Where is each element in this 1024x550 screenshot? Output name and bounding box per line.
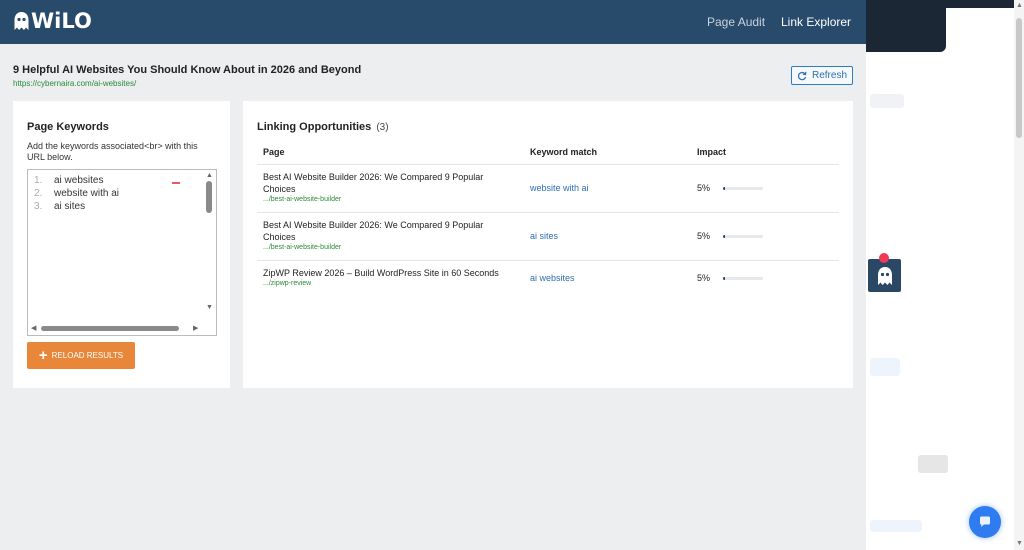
row-keyword-match[interactable]: website with ai	[530, 183, 589, 193]
impact-bar-fill	[723, 277, 725, 280]
linking-opportunities-title: Linking Opportunities (3)	[257, 121, 389, 133]
row-page-url[interactable]: .../zipwp-review	[263, 280, 311, 287]
chat-launcher-button[interactable]	[969, 506, 1001, 538]
keyword-line: 1. ai websites	[34, 175, 103, 186]
keyword-text: ai websites	[54, 175, 104, 186]
table-row: Best AI Website Builder 2026: We Compare…	[257, 212, 839, 260]
refresh-icon	[797, 71, 807, 80]
scroll-up-icon[interactable]: ▲	[1016, 2, 1023, 9]
table-row: ZipWP Review 2026 – Build WordPress Site…	[257, 260, 839, 296]
reload-results-label: RELOAD RESULTS	[51, 351, 124, 360]
background-blurred-element	[918, 455, 948, 473]
keyword-text: website with ai	[54, 188, 120, 199]
chat-icon	[980, 516, 990, 527]
scroll-left-icon[interactable]: ◀	[31, 324, 36, 332]
background-blurred-element	[870, 520, 922, 532]
row-impact-value: 5%	[697, 273, 711, 283]
impact-bar-fill	[723, 187, 725, 190]
scroll-down-icon[interactable]: ▼	[206, 304, 213, 312]
keyword-line: 2. website with ai	[34, 188, 119, 199]
scrollbar-thumb[interactable]	[41, 326, 179, 331]
scroll-down-icon[interactable]: ▼	[1016, 540, 1023, 547]
impact-bar-fill	[723, 235, 725, 238]
ghost-logo-icon	[14, 12, 29, 30]
keywords-vertical-scrollbar[interactable]: ▲ ▼	[204, 171, 215, 321]
line-number: 2.	[34, 188, 43, 199]
background-blurred-element	[870, 358, 900, 376]
wilo-logo[interactable]: WiLO	[13, 9, 92, 33]
background-dark-block	[866, 0, 946, 52]
wilo-panel: WiLO Page Audit Link Explorer 9 Helpful …	[0, 0, 866, 550]
page-keywords-title: Page Keywords	[27, 121, 109, 133]
keywords-horizontal-scrollbar[interactable]: ◀ ▶	[29, 323, 205, 334]
column-header-page: Page	[263, 147, 285, 157]
scrollbar-thumb[interactable]	[1016, 18, 1022, 138]
impact-bar	[723, 235, 763, 238]
reload-results-button[interactable]: + RELOAD RESULTS	[27, 342, 135, 369]
impact-bar	[723, 277, 763, 280]
row-page-url[interactable]: .../best-ai-website-builder	[263, 196, 341, 203]
line-number: 1.	[34, 175, 43, 186]
row-impact-value: 5%	[697, 183, 711, 193]
page-url[interactable]: https://cybernaira.com/ai-websites/	[13, 79, 136, 88]
row-page-title[interactable]: ZipWP Review 2026 – Build WordPress Site…	[263, 267, 508, 279]
linking-opportunities-card: Linking Opportunities (3) Page Keyword m…	[243, 101, 853, 388]
nav-page-audit[interactable]: Page Audit	[707, 15, 765, 29]
wilo-launcher-button[interactable]	[868, 259, 901, 292]
keyword-text: ai sites	[54, 201, 86, 212]
impact-bar	[723, 187, 763, 190]
scrollbar-thumb[interactable]	[206, 181, 212, 213]
refresh-button[interactable]: Refresh	[791, 66, 853, 85]
scroll-up-icon[interactable]: ▲	[206, 172, 213, 180]
keywords-textarea[interactable]: 1. ai websites 2. website with ai 3. ai sit…	[27, 169, 217, 336]
column-header-keyword-match: Keyword match	[530, 147, 598, 157]
row-page-title[interactable]: Best AI Website Builder 2026: We Compare…	[263, 171, 508, 195]
plus-icon: +	[38, 346, 48, 364]
remove-keyword-icon[interactable]	[172, 182, 180, 184]
row-impact-value: 5%	[697, 231, 711, 241]
linking-count: (3)	[376, 122, 389, 133]
line-number: 3.	[34, 201, 43, 212]
table-row: Best AI Website Builder 2026: We Compare…	[257, 164, 839, 212]
ghost-icon	[877, 266, 892, 285]
nav-link-explorer[interactable]: Link Explorer	[781, 15, 851, 29]
row-page-url[interactable]: .../best-ai-website-builder	[263, 244, 341, 251]
row-page-title[interactable]: Best AI Website Builder 2026: We Compare…	[263, 219, 508, 243]
page-title: 9 Helpful AI Websites You Should Know Ab…	[13, 64, 362, 76]
page-scrollbar[interactable]: ▲ ▼	[1014, 0, 1024, 550]
page-keywords-card: Page Keywords Add the keywords associate…	[13, 101, 230, 388]
row-keyword-match[interactable]: ai sites	[530, 231, 558, 241]
keyword-line: 3. ai sites	[34, 201, 85, 212]
column-header-impact: Impact	[697, 147, 727, 157]
linking-title-text: Linking Opportunities	[257, 121, 372, 133]
logo-wordmark: WiLO	[31, 9, 92, 33]
row-keyword-match[interactable]: ai websites	[530, 273, 575, 283]
page-keywords-description: Add the keywords associated<br> with thi…	[27, 141, 198, 162]
scroll-right-icon[interactable]: ▶	[193, 324, 198, 332]
top-navbar: WiLO Page Audit Link Explorer	[0, 0, 866, 44]
background-blurred-element	[870, 94, 904, 108]
refresh-label: Refresh	[811, 70, 847, 81]
notification-dot	[879, 253, 889, 263]
